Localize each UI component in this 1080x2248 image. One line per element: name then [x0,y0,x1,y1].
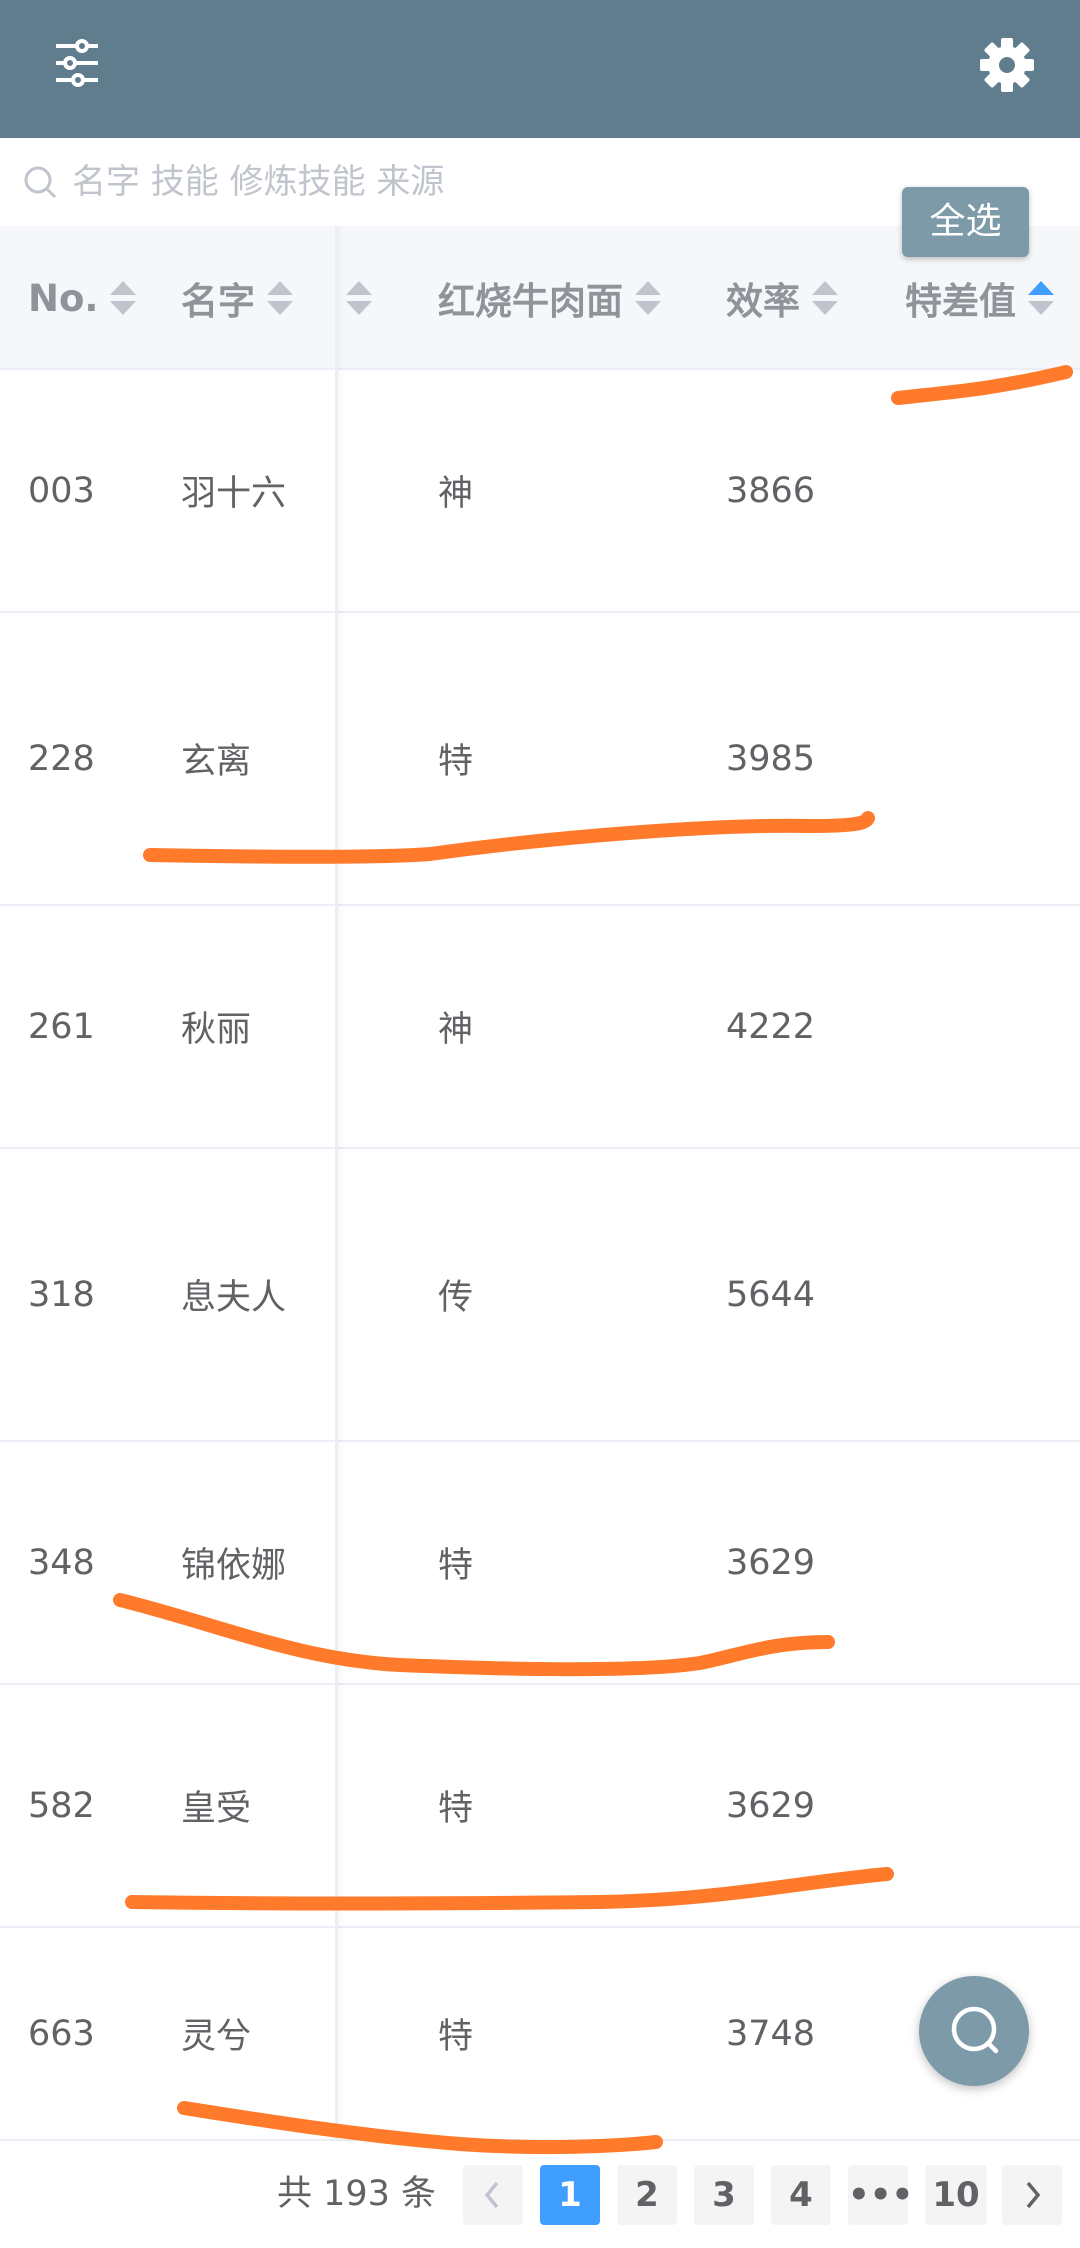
cell-no: 582 [28,1785,95,1826]
column-header-efficiency[interactable]: 效率 [726,226,838,370]
chevron-right-icon[interactable] [1002,2165,1062,2225]
column-header-label: 效率 [726,280,800,323]
sort-caret-icon[interactable] [1028,279,1054,317]
cell-name: 锦依娜 [181,1546,287,1586]
cell-no: 663 [28,2013,95,2054]
column-header-label: 名字 [181,280,255,323]
cell-efficiency: 3629 [726,1542,816,1583]
cell-name: 玄离 [181,742,252,782]
sort-caret-icon[interactable] [346,279,372,317]
fixed-column-divider [335,226,338,2141]
table-row[interactable]: 663 灵兮 特 3748 [0,1928,1080,2141]
column-header-label: No. [28,276,99,320]
cell-efficiency: 3748 [726,2013,816,2054]
table-row[interactable]: 318 息夫人 传 5644 [0,1149,1080,1442]
select-all-button[interactable]: 全选 [902,187,1029,257]
cell-efficiency: 5644 [726,1274,816,1315]
column-header-dish[interactable]: 红烧牛肉面 [438,226,661,370]
column-header-no[interactable]: No. [28,226,137,370]
page-button[interactable]: 10 [925,2165,987,2225]
cell-name: 羽十六 [181,474,287,514]
chevron-left-icon[interactable] [463,2165,523,2225]
table-row[interactable]: 348 锦依娜 特 3629 [0,1442,1080,1685]
cell-efficiency: 3985 [726,738,816,779]
column-header-label: 红烧牛肉面 [438,280,623,323]
cell-no: 228 [28,738,95,779]
cell-name: 秋丽 [181,1010,252,1050]
cell-grade: 特 [438,742,474,782]
cell-no: 003 [28,470,95,511]
cell-name: 灵兮 [181,2017,252,2057]
cell-grade: 神 [438,1010,474,1050]
page-button[interactable]: 2 [617,2165,677,2225]
cell-grade: 特 [438,1546,474,1586]
page-button[interactable]: 3 [694,2165,754,2225]
table-row[interactable]: 003 羽十六 神 3866 [0,370,1080,613]
column-header-blank[interactable] [334,226,372,370]
cell-efficiency: 4222 [726,1006,816,1047]
floating-search-button[interactable] [919,1976,1029,2086]
search-icon [22,164,58,200]
cell-name: 皇受 [181,1789,252,1829]
sort-caret-icon[interactable] [110,279,137,317]
gear-icon[interactable] [972,30,1042,100]
app-header [0,0,1080,138]
table-row[interactable]: 228 玄离 特 3985 [0,613,1080,906]
column-header-label: 特差值 [905,280,1016,323]
cell-no: 348 [28,1542,95,1583]
page-ellipsis-button[interactable]: ••• [848,2165,913,2225]
sort-caret-icon[interactable] [812,279,838,317]
cell-grade: 特 [438,2017,474,2057]
cell-efficiency: 3629 [726,1785,816,1826]
pagination-total: 共 193 条 [277,2174,437,2214]
cell-efficiency: 3866 [726,470,816,511]
column-header-name[interactable]: 名字 [181,226,293,370]
pagination: 共 193 条 1 2 3 4 ••• 10 [0,2141,1080,2248]
cell-grade: 特 [438,1789,474,1829]
table-row[interactable]: 582 皇受 特 3629 [0,1685,1080,1928]
search-icon [951,2006,999,2054]
cell-name: 息夫人 [181,1278,287,1318]
table-row[interactable]: 261 秋丽 神 4222 [0,906,1080,1149]
sort-caret-icon[interactable] [635,279,661,317]
filter-sliders-icon[interactable] [44,30,110,96]
cell-no: 261 [28,1006,95,1047]
sort-caret-icon[interactable] [267,279,293,317]
cell-grade: 神 [438,474,474,514]
page-button[interactable]: 4 [771,2165,831,2225]
cell-grade: 传 [438,1278,474,1318]
cell-no: 318 [28,1274,95,1315]
page-button[interactable]: 1 [540,2165,600,2225]
